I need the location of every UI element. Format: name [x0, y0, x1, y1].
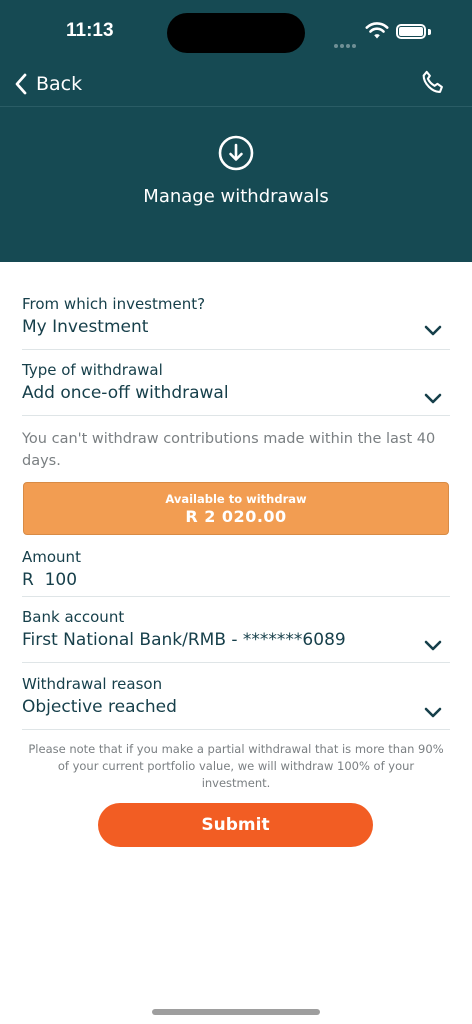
chevron-down-icon: [424, 325, 442, 336]
submit-button[interactable]: Submit: [98, 803, 373, 847]
chevron-left-icon: [15, 73, 27, 95]
phone-icon[interactable]: [419, 69, 447, 97]
available-label: Available to withdraw: [165, 492, 307, 506]
header-divider: [0, 106, 472, 107]
signal-icon: [334, 33, 360, 48]
chevron-down-icon: [424, 393, 442, 404]
withdrawal-reason-label: Withdrawal reason: [22, 675, 163, 693]
disclaimer-text: Please note that if you make a partial w…: [28, 742, 444, 790]
battery-icon: [396, 24, 426, 39]
available-amount: R 2 020.00: [185, 507, 287, 526]
investment-select[interactable]: From which investment? My Investment: [22, 295, 450, 350]
back-button[interactable]: Back: [14, 68, 82, 100]
bank-account-select[interactable]: Bank account First National Bank/RMB - *…: [22, 608, 450, 663]
withdrawal-reason-select[interactable]: Withdrawal reason Objective reached: [22, 675, 450, 730]
bank-account-value: First National Bank/RMB - *******6089: [22, 630, 346, 650]
download-circle-icon: [218, 135, 254, 171]
battery-tip: [428, 29, 431, 35]
bank-account-label: Bank account: [22, 608, 125, 626]
amount-input[interactable]: R 100: [22, 570, 450, 590]
status-time: 11:13: [66, 20, 114, 41]
investment-value: My Investment: [22, 317, 149, 337]
withdrawal-type-value: Add once-off withdrawal: [22, 383, 229, 403]
chevron-down-icon: [424, 707, 442, 718]
chevron-down-icon: [424, 640, 442, 651]
back-label: Back: [36, 73, 83, 95]
withdrawal-type-select[interactable]: Type of withdrawal Add once-off withdraw…: [22, 361, 450, 416]
withdrawal-note: You can't withdraw contributions made wi…: [22, 431, 436, 469]
home-indicator[interactable]: [152, 1009, 320, 1015]
page-title: Manage withdrawals: [143, 186, 329, 207]
amount-field[interactable]: Amount R 100: [22, 548, 450, 597]
investment-label: From which investment?: [22, 295, 206, 313]
withdrawal-type-label: Type of withdrawal: [22, 361, 163, 379]
amount-label: Amount: [22, 548, 81, 566]
header: 11:13 Back Manage withdrawals: [0, 0, 472, 262]
dynamic-island: [167, 13, 305, 53]
available-to-withdraw-banner: Available to withdraw R 2 020.00: [23, 482, 449, 535]
withdrawal-reason-value: Objective reached: [22, 697, 177, 717]
wifi-icon: [365, 22, 389, 39]
